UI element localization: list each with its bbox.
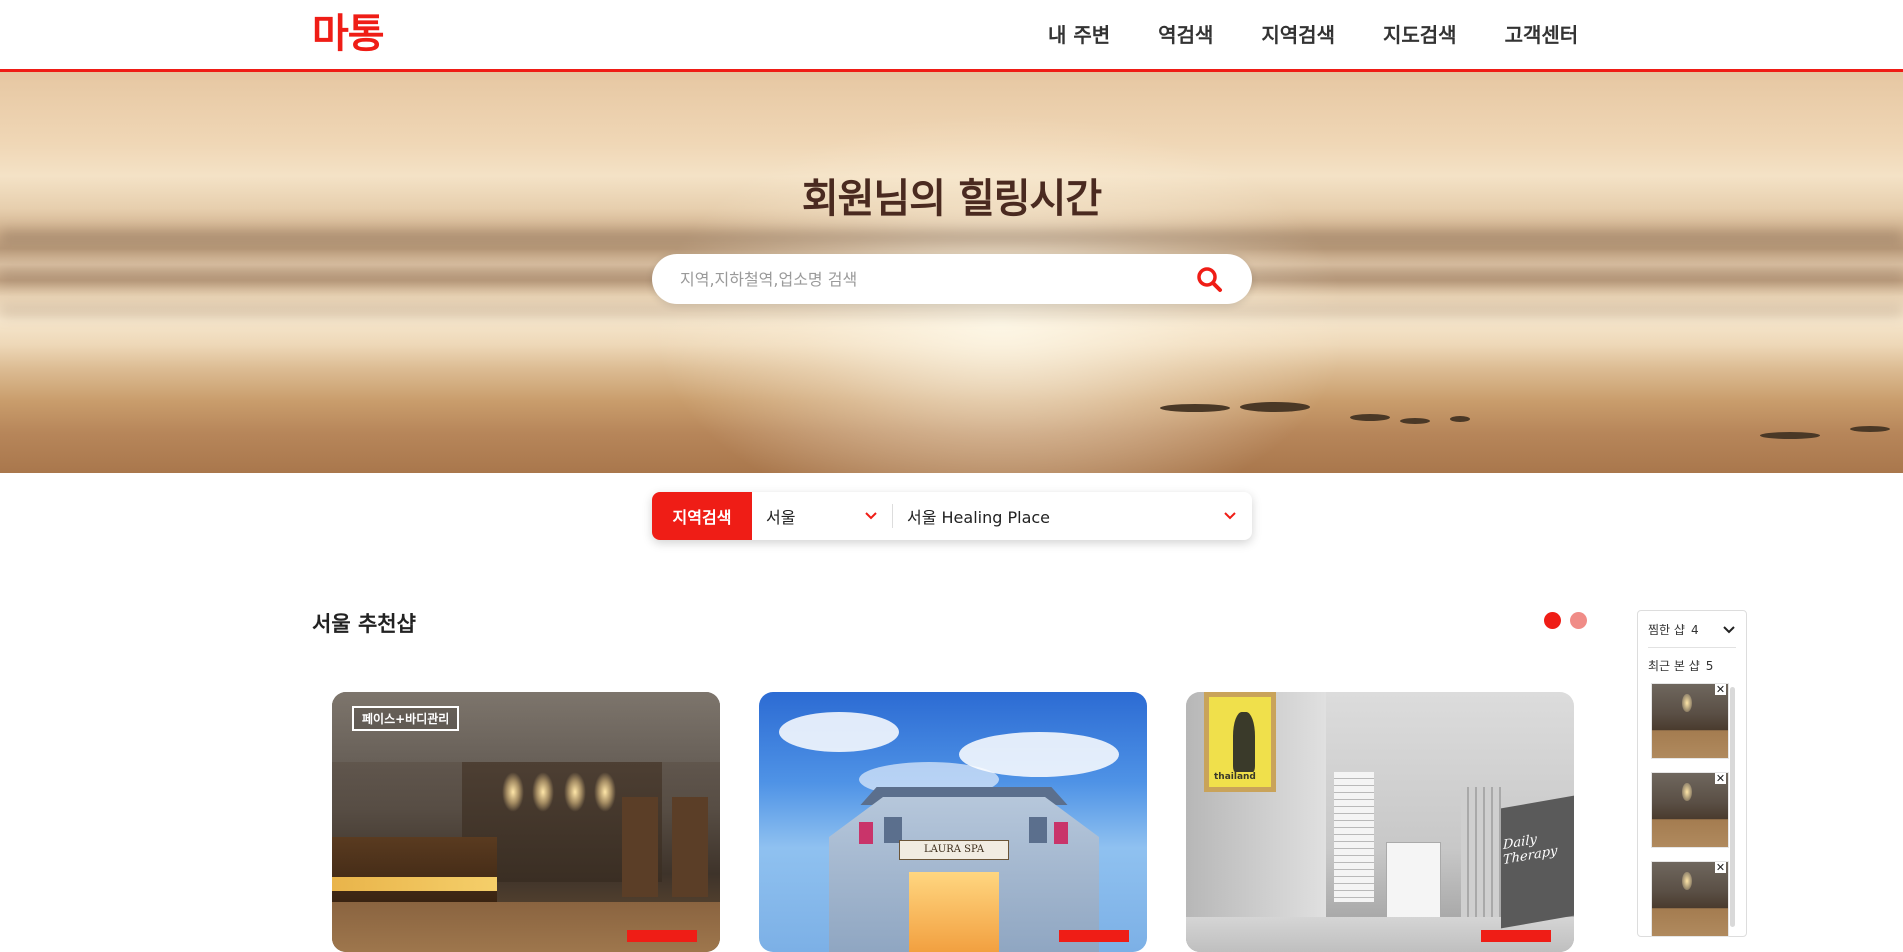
region-search-label: 지역검색 [652,492,752,540]
hero-title: 회원님의 힐링시간 [801,176,1102,222]
nav-item-map-search[interactable]: 지도검색 [1383,20,1457,50]
search-input[interactable] [680,254,1180,304]
nav-item-nearby[interactable]: 내 주변 [1048,20,1110,50]
recent-shops-label: 최근 본 샵 [1648,659,1700,673]
section-title: 서울 추천샵 [312,612,416,636]
place-select[interactable]: 서울 Healing Place [893,492,1252,540]
hero-banner: 회원님의 힐링시간 [0,72,1903,473]
shop-card[interactable]: 페이스+바디관리 [332,692,720,952]
shop-card[interactable]: LAURA SPA [759,692,1147,952]
shop-photo: LAURA SPA [759,692,1147,952]
shop-badge [1059,930,1129,942]
header: 마통 내 주변 역검색 지역검색 지도검색 고객센터 [0,0,1903,72]
shop-badge [627,930,697,942]
shop-sign: Daily Therapy [1501,795,1574,929]
recent-shop-thumb[interactable]: ✕ [1651,861,1729,937]
recent-shop-thumb[interactable]: ✕ [1651,772,1729,848]
beach-rock [1160,404,1230,412]
beach-rock [1850,426,1890,432]
liked-shops-count: 4 [1690,623,1699,637]
recent-shop-thumb[interactable]: ✕ [1651,683,1729,759]
chevron-down-icon [1224,512,1236,520]
search-icon[interactable] [1195,265,1223,293]
beach-rock [1760,432,1820,439]
nav-item-region-search[interactable]: 지역검색 [1261,20,1335,50]
shop-sign: LAURA SPA [899,840,1009,860]
close-icon[interactable]: ✕ [1715,773,1726,784]
scrollbar[interactable] [1730,687,1735,927]
quick-side-panel: 찜한 샵 4 최근 본 샵 5 ✕ ✕ ✕ [1637,610,1747,937]
shop-photo: thailand Daily Therapy [1186,692,1574,952]
close-icon[interactable]: ✕ [1715,684,1726,695]
beach-rock [1400,418,1430,424]
region-search-bar: 지역검색 서울 서울 Healing Place [652,492,1252,540]
divider [1648,647,1736,648]
shop-category-tag: 페이스+바디관리 [352,706,460,731]
place-select-value: 서울 Healing Place [907,508,1051,527]
shop-photo [332,692,720,952]
city-select-value: 서울 [766,508,796,527]
beach-rock [1350,414,1390,421]
beach-rock [1450,416,1470,422]
shop-badge [1481,930,1551,942]
hero-wave-band [0,230,1903,244]
logo[interactable]: 마통 [312,10,385,58]
liked-shops-row[interactable]: 찜한 샵 4 [1648,621,1699,638]
chevron-down-icon [865,512,877,520]
nav-item-customer-center[interactable]: 고객센터 [1505,20,1579,50]
carousel-dot[interactable] [1570,612,1587,629]
recent-shops-count: 5 [1705,659,1714,673]
chevron-down-icon[interactable] [1722,623,1736,637]
nav-item-station-search[interactable]: 역검색 [1158,20,1213,50]
main-nav: 내 주변 역검색 지역검색 지도검색 고객센터 [1048,20,1578,50]
poster-text: thailand [1214,772,1256,782]
recent-shops-row: 최근 본 샵 5 [1648,657,1713,674]
shop-card[interactable]: thailand Daily Therapy [1186,692,1574,952]
hero-wave-band [0,304,1903,318]
hero-search-box [652,254,1252,304]
beach-rock [1240,402,1310,412]
carousel-dot-active[interactable] [1544,612,1561,629]
city-select[interactable]: 서울 [752,492,892,540]
liked-shops-label: 찜한 샵 [1648,623,1685,637]
close-icon[interactable]: ✕ [1715,862,1726,873]
